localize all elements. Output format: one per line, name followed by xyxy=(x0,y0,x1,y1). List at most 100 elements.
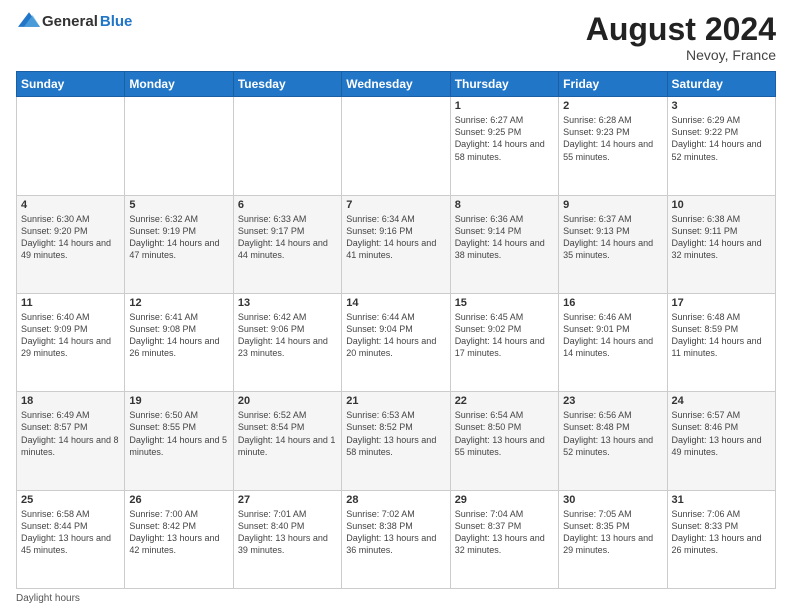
day-info: Sunrise: 6:44 AM Sunset: 9:04 PM Dayligh… xyxy=(346,312,436,358)
day-info: Sunrise: 6:48 AM Sunset: 8:59 PM Dayligh… xyxy=(672,312,762,358)
day-cell: 7 Sunrise: 6:34 AM Sunset: 9:16 PM Daylig… xyxy=(342,195,450,293)
day-info: Sunrise: 6:57 AM Sunset: 8:46 PM Dayligh… xyxy=(672,410,762,456)
day-number: 23 xyxy=(563,395,662,407)
day-cell: 12Sunrise: 6:41 AM Sunset: 9:08 PM Dayli… xyxy=(125,293,233,391)
day-info: Sunrise: 7:06 AM Sunset: 8:33 PM Dayligh… xyxy=(672,509,762,555)
day-cell: 31 Sunrise: 7:06 AM Sunset: 8:33 PM Dayli… xyxy=(667,490,775,588)
day-number: 25 xyxy=(21,494,120,506)
day-header-wednesday: Wednesday xyxy=(342,72,450,97)
day-info: Sunrise: 6:27 AM Sunset: 9:25 PM Dayligh… xyxy=(455,115,545,161)
day-cell: 24Sunrise: 6:57 AM Sunset: 8:46 PM Dayli… xyxy=(667,392,775,490)
day-info: Sunrise: 6:49 AM Sunset: 8:57 PM Dayligh… xyxy=(21,410,119,456)
footer: Daylight hours xyxy=(16,593,776,604)
logo-icon xyxy=(18,12,40,30)
week-row-4: 18 Sunrise: 6:49 AM Sunset: 8:57 PM Dayli… xyxy=(17,392,776,490)
day-info: Sunrise: 6:28 AM Sunset: 9:23 PM Dayligh… xyxy=(563,115,653,161)
day-cell: 16Sunrise: 6:46 AM Sunset: 9:01 PM Dayli… xyxy=(559,293,667,391)
day-cell: 27 Sunrise: 7:01 AM Sunset: 8:40 PM Dayli… xyxy=(233,490,341,588)
week-row-1: 1 Sunrise: 6:27 AM Sunset: 9:25 PM Daylig… xyxy=(17,97,776,195)
day-info: Sunrise: 7:02 AM Sunset: 8:38 PM Dayligh… xyxy=(346,509,436,555)
day-header-saturday: Saturday xyxy=(667,72,775,97)
day-number: 9 xyxy=(563,199,662,211)
day-info: Sunrise: 6:58 AM Sunset: 8:44 PM Dayligh… xyxy=(21,509,111,555)
day-cell: 26 Sunrise: 7:00 AM Sunset: 8:42 PM Dayli… xyxy=(125,490,233,588)
week-row-5: 25 Sunrise: 6:58 AM Sunset: 8:44 PM Dayli… xyxy=(17,490,776,588)
title-block: August 2024 Nevoy, France xyxy=(586,12,776,63)
day-header-friday: Friday xyxy=(559,72,667,97)
day-number: 12 xyxy=(129,297,228,309)
day-number: 30 xyxy=(563,494,662,506)
day-number: 29 xyxy=(455,494,554,506)
logo-general: General xyxy=(42,13,98,30)
day-info: Sunrise: 7:00 AM Sunset: 8:42 PM Dayligh… xyxy=(129,509,219,555)
day-number: 16 xyxy=(563,297,662,309)
day-cell: 14Sunrise: 6:44 AM Sunset: 9:04 PM Dayli… xyxy=(342,293,450,391)
day-cell: 23Sunrise: 6:56 AM Sunset: 8:48 PM Dayli… xyxy=(559,392,667,490)
day-cell: 6 Sunrise: 6:33 AM Sunset: 9:17 PM Daylig… xyxy=(233,195,341,293)
day-cell: 21 Sunrise: 6:53 AM Sunset: 8:52 PM Dayli… xyxy=(342,392,450,490)
week-row-2: 4Sunrise: 6:30 AM Sunset: 9:20 PM Daylig… xyxy=(17,195,776,293)
day-cell: 8 Sunrise: 6:36 AM Sunset: 9:14 PM Daylig… xyxy=(450,195,558,293)
header: GeneralBlue August 2024 Nevoy, France xyxy=(16,12,776,63)
day-cell: 22Sunrise: 6:54 AM Sunset: 8:50 PM Dayli… xyxy=(450,392,558,490)
day-cell: 30 Sunrise: 7:05 AM Sunset: 8:35 PM Dayli… xyxy=(559,490,667,588)
day-number: 2 xyxy=(563,100,662,112)
day-number: 6 xyxy=(238,199,337,211)
day-cell: 28 Sunrise: 7:02 AM Sunset: 8:38 PM Dayli… xyxy=(342,490,450,588)
day-cell: 17Sunrise: 6:48 AM Sunset: 8:59 PM Dayli… xyxy=(667,293,775,391)
day-number: 13 xyxy=(238,297,337,309)
calendar-header-row: SundayMondayTuesdayWednesdayThursdayFrid… xyxy=(17,72,776,97)
day-info: Sunrise: 7:01 AM Sunset: 8:40 PM Dayligh… xyxy=(238,509,328,555)
day-number: 8 xyxy=(455,199,554,211)
day-cell: 9 Sunrise: 6:37 AM Sunset: 9:13 PM Daylig… xyxy=(559,195,667,293)
day-cell: 4Sunrise: 6:30 AM Sunset: 9:20 PM Daylig… xyxy=(17,195,125,293)
page: GeneralBlue August 2024 Nevoy, France Su… xyxy=(0,0,792,612)
day-number: 18 xyxy=(21,395,120,407)
day-cell: 15Sunrise: 6:45 AM Sunset: 9:02 PM Dayli… xyxy=(450,293,558,391)
day-info: Sunrise: 7:04 AM Sunset: 8:37 PM Dayligh… xyxy=(455,509,545,555)
day-cell: 20Sunrise: 6:52 AM Sunset: 8:54 PM Dayli… xyxy=(233,392,341,490)
day-info: Sunrise: 6:54 AM Sunset: 8:50 PM Dayligh… xyxy=(455,410,545,456)
day-info: Sunrise: 7:05 AM Sunset: 8:35 PM Dayligh… xyxy=(563,509,653,555)
day-cell xyxy=(17,97,125,195)
month-year: August 2024 xyxy=(586,12,776,47)
day-info: Sunrise: 6:37 AM Sunset: 9:13 PM Dayligh… xyxy=(563,214,653,260)
day-header-tuesday: Tuesday xyxy=(233,72,341,97)
day-info: Sunrise: 6:33 AM Sunset: 9:17 PM Dayligh… xyxy=(238,214,328,260)
day-info: Sunrise: 6:36 AM Sunset: 9:14 PM Dayligh… xyxy=(455,214,545,260)
week-row-3: 11Sunrise: 6:40 AM Sunset: 9:09 PM Dayli… xyxy=(17,293,776,391)
location: Nevoy, France xyxy=(586,47,776,63)
day-info: Sunrise: 6:29 AM Sunset: 9:22 PM Dayligh… xyxy=(672,115,762,161)
day-number: 27 xyxy=(238,494,337,506)
day-number: 28 xyxy=(346,494,445,506)
day-info: Sunrise: 6:34 AM Sunset: 9:16 PM Dayligh… xyxy=(346,214,436,260)
day-number: 1 xyxy=(455,100,554,112)
day-info: Sunrise: 6:32 AM Sunset: 9:19 PM Dayligh… xyxy=(129,214,219,260)
day-info: Sunrise: 6:30 AM Sunset: 9:20 PM Dayligh… xyxy=(21,214,111,260)
day-cell: 11Sunrise: 6:40 AM Sunset: 9:09 PM Dayli… xyxy=(17,293,125,391)
day-number: 19 xyxy=(129,395,228,407)
day-number: 26 xyxy=(129,494,228,506)
day-header-sunday: Sunday xyxy=(17,72,125,97)
day-number: 31 xyxy=(672,494,771,506)
day-cell: 18 Sunrise: 6:49 AM Sunset: 8:57 PM Dayli… xyxy=(17,392,125,490)
day-cell: 5 Sunrise: 6:32 AM Sunset: 9:19 PM Daylig… xyxy=(125,195,233,293)
day-cell: 25 Sunrise: 6:58 AM Sunset: 8:44 PM Dayli… xyxy=(17,490,125,588)
day-number: 3 xyxy=(672,100,771,112)
day-number: 15 xyxy=(455,297,554,309)
day-cell: 3 Sunrise: 6:29 AM Sunset: 9:22 PM Daylig… xyxy=(667,97,775,195)
day-info: Sunrise: 6:53 AM Sunset: 8:52 PM Dayligh… xyxy=(346,410,436,456)
day-number: 5 xyxy=(129,199,228,211)
day-cell: 2 Sunrise: 6:28 AM Sunset: 9:23 PM Daylig… xyxy=(559,97,667,195)
day-number: 7 xyxy=(346,199,445,211)
daylight-label: Daylight hours xyxy=(16,593,80,604)
day-info: Sunrise: 6:38 AM Sunset: 9:11 PM Dayligh… xyxy=(672,214,762,260)
day-cell: 13 Sunrise: 6:42 AM Sunset: 9:06 PM Dayli… xyxy=(233,293,341,391)
day-number: 21 xyxy=(346,395,445,407)
day-cell xyxy=(125,97,233,195)
day-number: 20 xyxy=(238,395,337,407)
logo-blue: Blue xyxy=(100,13,133,30)
day-cell: 19Sunrise: 6:50 AM Sunset: 8:55 PM Dayli… xyxy=(125,392,233,490)
day-info: Sunrise: 6:42 AM Sunset: 9:06 PM Dayligh… xyxy=(238,312,328,358)
day-cell xyxy=(233,97,341,195)
